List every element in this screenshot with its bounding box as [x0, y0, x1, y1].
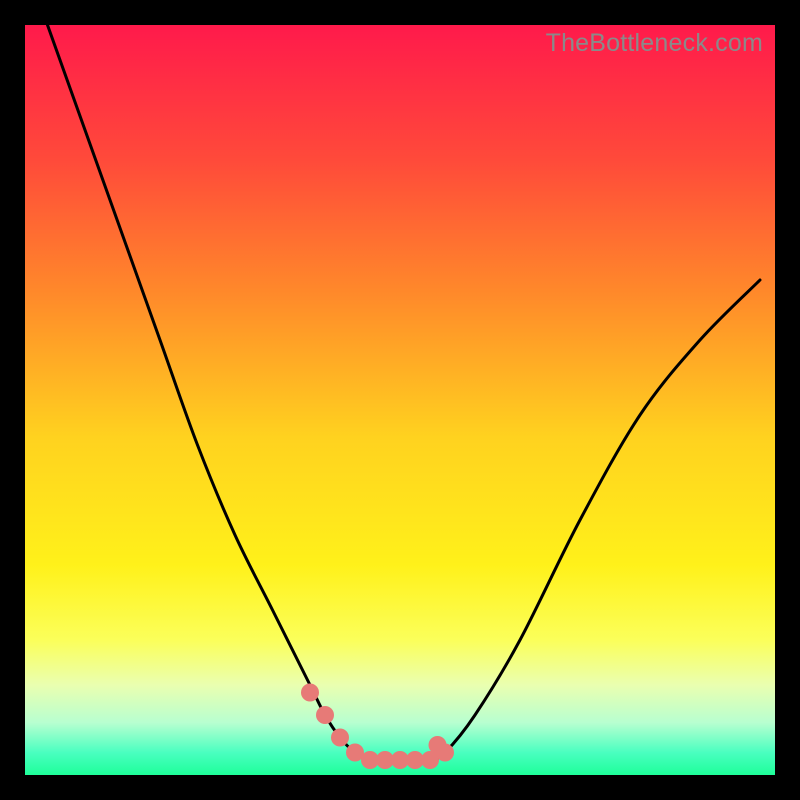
- highlight-dots: [301, 684, 454, 770]
- bottleneck-curve: [48, 25, 761, 761]
- highlight-dot: [301, 684, 319, 702]
- plot-area: TheBottleneck.com: [25, 25, 775, 775]
- watermark-text: TheBottleneck.com: [546, 29, 763, 58]
- highlight-dot: [436, 744, 454, 762]
- chart-frame: TheBottleneck.com: [0, 0, 800, 800]
- highlight-dot: [316, 706, 334, 724]
- curve-layer: [25, 25, 775, 775]
- highlight-dot: [331, 729, 349, 747]
